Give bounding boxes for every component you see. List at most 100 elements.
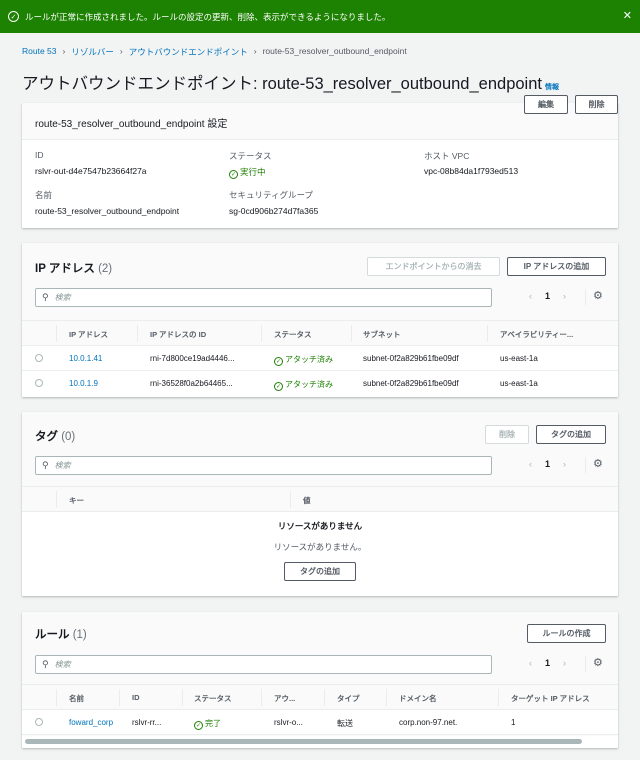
rule-type: 転送: [337, 719, 353, 728]
col-subnet[interactable]: サブネット: [363, 329, 401, 340]
check-circle-icon: ✓: [274, 382, 283, 391]
empty-text: リソースがありません。: [273, 542, 367, 552]
delete-button[interactable]: 削除: [575, 95, 618, 114]
col-id[interactable]: ID: [132, 693, 140, 702]
search-placeholder: 検索: [54, 293, 71, 302]
add-tag-button[interactable]: タグの追加: [536, 425, 606, 444]
col-domain[interactable]: ドメイン名: [399, 693, 437, 704]
ip-subnet: subnet-0f2a829b61fbe09df: [363, 379, 459, 388]
tags-pagination: ‹ 1 ›: [529, 459, 566, 469]
col-type[interactable]: タイプ: [337, 693, 360, 704]
rules-count: (1): [72, 629, 87, 641]
breadcrumb-resolver[interactable]: リゾルバー: [71, 46, 114, 58]
sg-value: sg-0cd906b274d7fa365: [229, 206, 319, 216]
name-value: route-53_resolver_outbound_endpoint: [35, 206, 180, 216]
ip-link[interactable]: 10.0.1.9: [69, 379, 98, 388]
row-radio[interactable]: [35, 379, 43, 387]
next-page-icon[interactable]: ›: [563, 291, 566, 301]
ip-id: rni-7d800ce19ad4446...: [150, 354, 235, 363]
col-ip-id[interactable]: IP アドレスの ID: [150, 329, 206, 340]
search-icon: ⚲: [42, 292, 49, 302]
remove-from-endpoint-button[interactable]: エンドポイントからの消去: [367, 257, 500, 276]
table-row[interactable]: 10.0.1.9 rni-36528f0a2b64465... ✓ アタッチ済み …: [22, 371, 618, 397]
tags-title-text: タグ: [35, 431, 58, 443]
tags-search-input[interactable]: ⚲ 検索: [35, 456, 492, 475]
col-outbound[interactable]: アウ...: [274, 693, 295, 704]
breadcrumb-route53[interactable]: Route 53: [22, 46, 57, 58]
rules-search-input[interactable]: ⚲ 検索: [35, 655, 492, 674]
prev-page-icon[interactable]: ‹: [529, 291, 532, 301]
ip-title-text: IP アドレス: [35, 263, 95, 275]
rule-status: ✓ 完了: [194, 718, 221, 730]
col-key[interactable]: キー: [69, 495, 84, 506]
name-label: 名前: [35, 190, 53, 200]
ip-link[interactable]: 10.0.1.41: [69, 354, 102, 363]
horizontal-scrollbar-thumb[interactable]: [25, 739, 582, 744]
status-text: 実行中: [240, 167, 266, 177]
rules-card: ルール (1) ルールの作成 ⚲ 検索 ‹ 1 › ⚙ 名前 ID ステータス アウ.…: [22, 612, 618, 748]
ip-subnet: subnet-0f2a829b61fbe09df: [363, 354, 459, 363]
rule-domain: corp.non-97.net.: [399, 718, 458, 727]
rule-name-link[interactable]: foward_corp: [69, 718, 113, 727]
rule-id: rslvr-rr...: [132, 718, 162, 727]
next-page-icon[interactable]: ›: [563, 658, 566, 668]
page-number[interactable]: 1: [545, 291, 550, 301]
search-placeholder: 検索: [54, 660, 71, 669]
ip-search-input[interactable]: ⚲ 検索: [35, 288, 492, 307]
rule-target-ip: 1: [511, 718, 516, 727]
ip-title: IP アドレス (2): [35, 260, 112, 276]
ip-pagination: ‹ 1 ›: [529, 291, 566, 301]
divider: [585, 457, 586, 473]
page-number[interactable]: 1: [545, 459, 550, 469]
row-radio[interactable]: [35, 354, 43, 362]
search-placeholder: 検索: [54, 461, 71, 470]
ip-az: us-east-1a: [500, 379, 538, 388]
breadcrumb-outbound-endpoints[interactable]: アウトバウンドエンドポイント: [129, 46, 248, 58]
next-page-icon[interactable]: ›: [563, 459, 566, 469]
settings-title: route-53_resolver_outbound_endpoint 設定: [35, 119, 228, 130]
add-ip-button[interactable]: IP アドレスの追加: [507, 257, 606, 276]
rules-title-text: ルール: [35, 629, 70, 641]
col-value[interactable]: 値: [303, 495, 311, 506]
create-rule-button[interactable]: ルールの作成: [527, 624, 606, 643]
ip-az: us-east-1a: [500, 354, 538, 363]
sg-label: セキュリティグループ: [229, 190, 313, 200]
col-az[interactable]: アベイラビリティー...: [500, 329, 573, 340]
empty-title: リソースがありません: [277, 521, 363, 531]
col-name[interactable]: 名前: [69, 693, 84, 704]
gear-icon[interactable]: ⚙: [593, 289, 603, 302]
gear-icon[interactable]: ⚙: [593, 656, 603, 669]
empty-add-tag-button[interactable]: タグの追加: [284, 562, 356, 581]
rule-outbound: rslvr-o...: [274, 718, 303, 727]
table-row[interactable]: 10.0.1.41 rni-7d800ce19ad4446... ✓ アタッチ済み…: [22, 346, 618, 371]
close-icon[interactable]: ✕: [623, 9, 632, 22]
prev-page-icon[interactable]: ‹: [529, 658, 532, 668]
horizontal-scrollbar-track[interactable]: [22, 736, 618, 748]
rules-title: ルール (1): [35, 626, 87, 642]
edit-button[interactable]: 編集: [524, 95, 568, 114]
col-status[interactable]: ステータス: [274, 329, 312, 340]
status-label: ステータス: [229, 151, 272, 161]
ip-table-header: IP アドレス IP アドレスの ID ステータス サブネット アベイラビリティ…: [22, 320, 618, 346]
delete-tag-button[interactable]: 削除: [485, 425, 529, 444]
col-ip[interactable]: IP アドレス: [69, 329, 108, 340]
ip-id: rni-36528f0a2b64465...: [150, 379, 233, 388]
ip-count: (2): [98, 263, 113, 275]
page-number[interactable]: 1: [545, 658, 550, 668]
ip-status: ✓ アタッチ済み: [274, 379, 333, 391]
col-status[interactable]: ステータス: [194, 693, 232, 704]
gear-icon[interactable]: ⚙: [593, 457, 603, 470]
divider: [585, 289, 586, 305]
vpc-label: ホスト VPC: [424, 151, 470, 161]
col-target-ip[interactable]: ターゲット IP アドレス: [511, 693, 590, 704]
tags-table-header: キー 値: [22, 486, 618, 512]
table-row[interactable]: foward_corp rslvr-rr... ✓ 完了 rslvr-o... 転…: [22, 710, 618, 735]
settings-card: route-53_resolver_outbound_endpoint 設定 I…: [22, 103, 618, 228]
status-value: ✓ 実行中: [229, 166, 266, 179]
vpc-value: vpc-08b84da1f793ed513: [424, 166, 519, 176]
prev-page-icon[interactable]: ‹: [529, 459, 532, 469]
id-value: rslvr-out-d4e7547b23664f27a: [35, 166, 147, 176]
search-icon: ⚲: [42, 460, 49, 470]
info-link[interactable]: 情報: [545, 84, 559, 91]
row-radio[interactable]: [35, 718, 43, 726]
